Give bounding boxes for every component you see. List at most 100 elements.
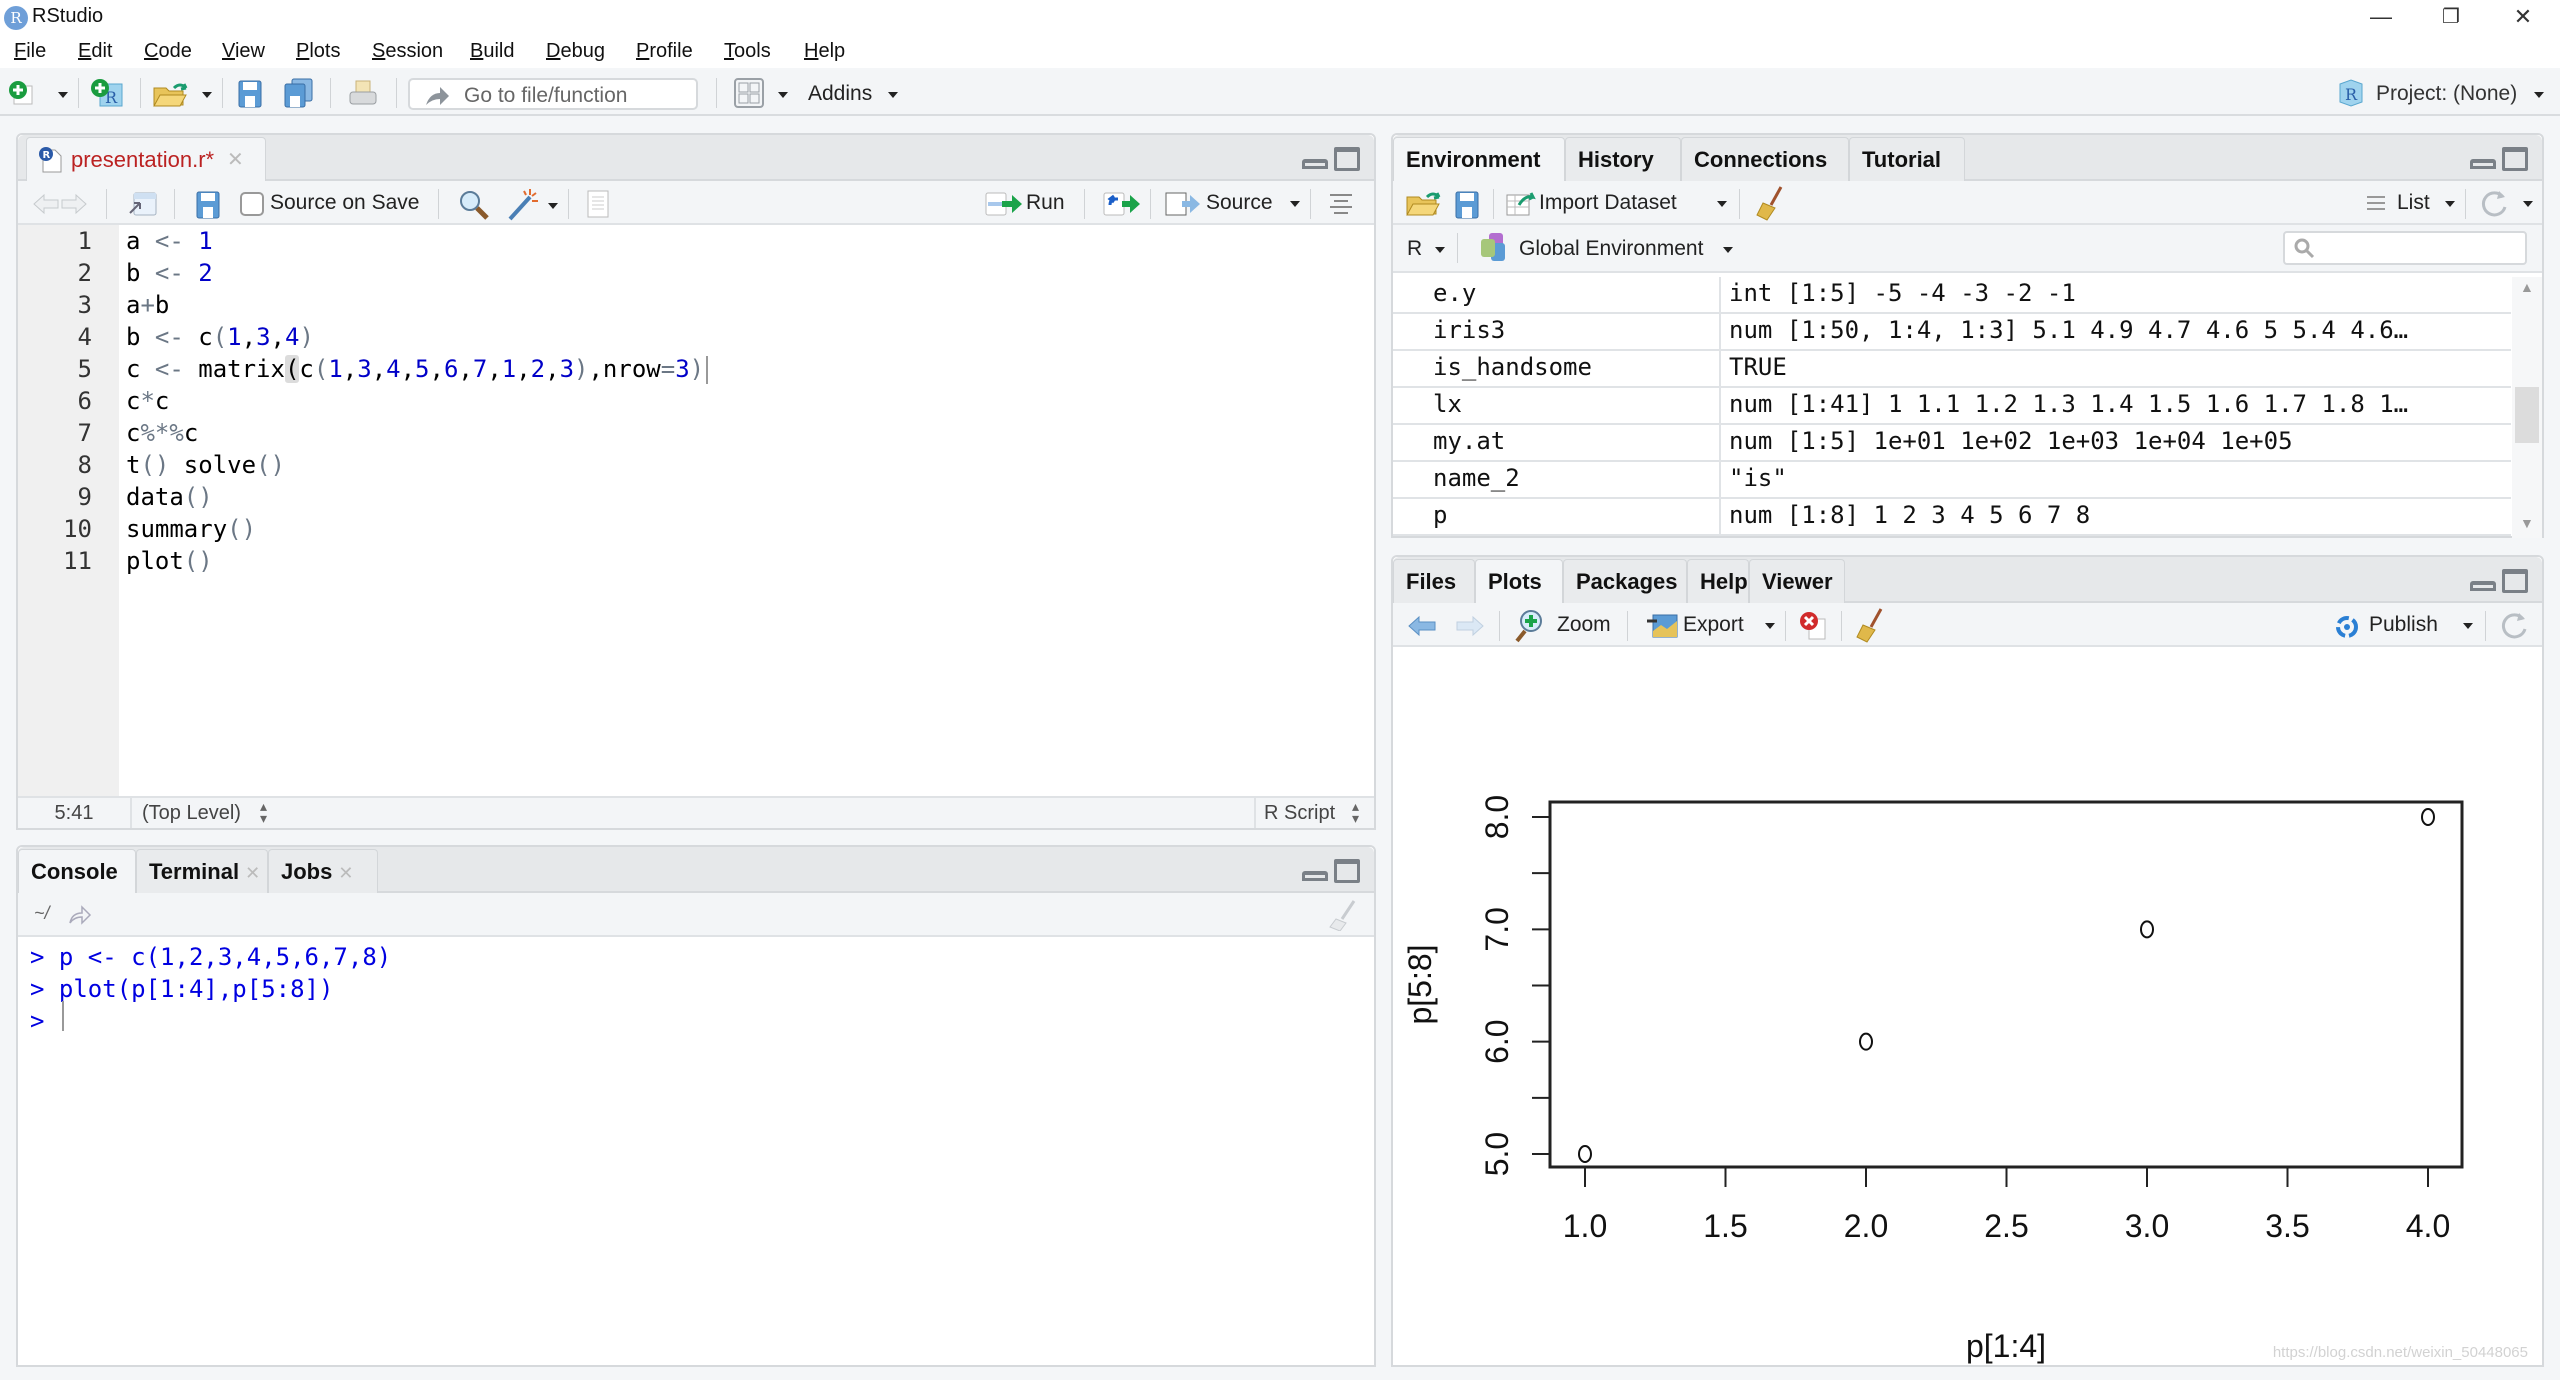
tab-files[interactable]: Files: [1393, 559, 1475, 603]
minimize-button[interactable]: —: [2346, 0, 2416, 36]
export-plot-icon[interactable]: [1647, 613, 1679, 639]
scope-dropdown-icon[interactable]: [1723, 247, 1733, 253]
menu-session[interactable]: Session: [372, 40, 443, 63]
import-dataset-dropdown-icon[interactable]: [1717, 201, 1727, 207]
zoom-plot-icon[interactable]: [1513, 609, 1543, 643]
environment-scrollbar[interactable]: ▲ ▼: [2512, 277, 2542, 538]
addins-dropdown-icon[interactable]: [888, 92, 898, 98]
tab-environment[interactable]: Environment: [1393, 137, 1565, 183]
find-replace-icon[interactable]: [458, 189, 490, 221]
import-dataset-icon[interactable]: [1505, 191, 1537, 217]
tab-terminal[interactable]: Terminal ✕: [136, 849, 268, 893]
tab-jobs[interactable]: Jobs ✕: [268, 849, 378, 893]
save-file-icon[interactable]: [196, 191, 220, 219]
tab-tutorial[interactable]: Tutorial: [1849, 137, 1965, 181]
goto-file-function-input[interactable]: Go to file/function: [408, 78, 698, 110]
maximize-pane-icon[interactable]: [2502, 569, 2528, 593]
code-line[interactable]: b <- 2: [126, 259, 213, 287]
scroll-down-icon[interactable]: ▼: [2520, 515, 2534, 531]
new-file-dropdown-icon[interactable]: [58, 92, 68, 98]
menu-build[interactable]: Build: [470, 40, 514, 63]
environment-row[interactable]: my.at num [1:5] 1e+01 1e+02 1e+03 1e+04 1…: [1393, 425, 2511, 462]
scatter-plot[interactable]: 1.0 1.5 2.0 2.5 3.0 3.5 4.0 5.0 6.0 7.0 8.0 p[1:4] p…: [1393, 649, 2542, 1365]
pane-layout-button[interactable]: [734, 78, 764, 113]
code-line[interactable]: c*c: [126, 387, 169, 415]
run-button[interactable]: Run: [1026, 191, 1065, 215]
working-directory[interactable]: ~/: [34, 903, 50, 924]
close-tab-icon[interactable]: ✕: [227, 147, 244, 172]
menu-view[interactable]: View: [222, 40, 265, 63]
back-forward-icon[interactable]: [32, 193, 88, 215]
code-tools-dropdown-icon[interactable]: [548, 203, 558, 209]
compile-report-icon[interactable]: [584, 189, 612, 219]
source-dropdown-icon[interactable]: [1290, 201, 1300, 207]
tab-presentation-r[interactable]: R presentation.r* ✕: [26, 137, 266, 183]
environment-search-input[interactable]: [2283, 231, 2527, 265]
new-file-button[interactable]: [8, 80, 34, 111]
minimize-pane-icon[interactable]: [1302, 871, 1328, 881]
environment-row[interactable]: lx num [1:41] 1 1.1 1.2 1.3 1.4 1.5 1.6 1…: [1393, 388, 2511, 425]
close-tab-icon[interactable]: ✕: [338, 863, 353, 883]
project-icon-wrap[interactable]: R: [2336, 78, 2366, 113]
publish-dropdown-icon[interactable]: [2463, 623, 2473, 629]
publish-icon[interactable]: [2331, 613, 2363, 641]
view-mode-dropdown-icon[interactable]: [2445, 201, 2455, 207]
tab-help[interactable]: Help: [1687, 559, 1749, 603]
close-tab-icon[interactable]: ✕: [245, 863, 260, 883]
save-all-button[interactable]: [284, 78, 314, 113]
refresh-plot-icon[interactable]: [2499, 611, 2529, 641]
previous-plot-icon[interactable]: [1407, 615, 1437, 637]
code-line[interactable]: a <- 1: [126, 227, 213, 255]
next-plot-icon[interactable]: [1455, 615, 1485, 637]
save-button[interactable]: [238, 80, 262, 113]
source-on-save-checkbox[interactable]: [240, 192, 264, 216]
menu-code[interactable]: Code: [144, 40, 192, 63]
code-line[interactable]: plot(): [126, 547, 213, 575]
clear-console-icon[interactable]: [1328, 899, 1358, 931]
clear-workspace-broom-icon[interactable]: [1755, 185, 1785, 221]
tab-connections[interactable]: Connections: [1681, 137, 1849, 181]
minimize-pane-icon[interactable]: [2470, 581, 2496, 591]
file-type-updown-icon[interactable]: ▴ ▾: [1352, 799, 1359, 825]
menu-tools[interactable]: Tools: [724, 40, 771, 63]
tab-console[interactable]: Console: [18, 849, 136, 895]
print-button[interactable]: [348, 80, 378, 113]
environment-scope-selector[interactable]: Global Environment: [1519, 237, 1703, 261]
maximize-pane-icon[interactable]: [2502, 147, 2528, 171]
project-menu[interactable]: Project: (None): [2376, 82, 2517, 106]
maximize-pane-icon[interactable]: [1334, 859, 1360, 883]
scope-updown-icon[interactable]: ▴ ▾: [260, 799, 267, 825]
environment-row[interactable]: iris3 num [1:50, 1:4, 1:3] 5.1 4.9 4.7 4.…: [1393, 314, 2511, 351]
remove-plot-icon[interactable]: [1799, 611, 1829, 641]
menu-plots[interactable]: Plots: [296, 40, 340, 63]
export-dropdown-icon[interactable]: [1765, 623, 1775, 629]
tab-packages[interactable]: Packages: [1563, 559, 1687, 603]
new-project-button[interactable]: R: [90, 78, 126, 115]
code-line[interactable]: c%*%c: [126, 419, 198, 447]
minimize-pane-icon[interactable]: [1302, 159, 1328, 169]
environment-row[interactable]: e.y int [1:5] -5 -4 -3 -2 -1: [1393, 277, 2511, 314]
project-dropdown-icon[interactable]: [2534, 92, 2544, 98]
scroll-up-icon[interactable]: ▲: [2520, 279, 2534, 295]
code-line[interactable]: a+b: [126, 291, 169, 319]
file-type-selector[interactable]: R Script: [1264, 802, 1335, 825]
view-mode-selector[interactable]: List: [2397, 191, 2430, 215]
minimize-pane-icon[interactable]: [2470, 159, 2496, 169]
open-file-button[interactable]: [152, 80, 192, 113]
tab-history[interactable]: History: [1565, 137, 1681, 181]
maximize-pane-icon[interactable]: [1334, 147, 1360, 171]
code-line[interactable]: c <- matrix(c(1,3,4,5,6,7,1,2,3),nrow=3): [126, 355, 709, 384]
load-workspace-icon[interactable]: [1405, 189, 1445, 217]
export-button[interactable]: Export: [1683, 613, 1744, 637]
publish-button[interactable]: Publish: [2369, 613, 2438, 637]
menu-help[interactable]: Help: [804, 40, 845, 63]
show-in-window-icon[interactable]: [128, 191, 158, 217]
refresh-dropdown-icon[interactable]: [2523, 201, 2533, 207]
code-line[interactable]: t() solve(): [126, 451, 285, 479]
code-line[interactable]: b <- c(1,3,4): [126, 323, 314, 351]
environment-row[interactable]: is_handsome TRUE: [1393, 351, 2511, 388]
go-to-directory-icon[interactable]: [68, 905, 92, 925]
refresh-icon[interactable]: [2479, 189, 2509, 219]
menu-profile[interactable]: Profile: [636, 40, 693, 63]
run-line-icon[interactable]: [984, 191, 1024, 217]
